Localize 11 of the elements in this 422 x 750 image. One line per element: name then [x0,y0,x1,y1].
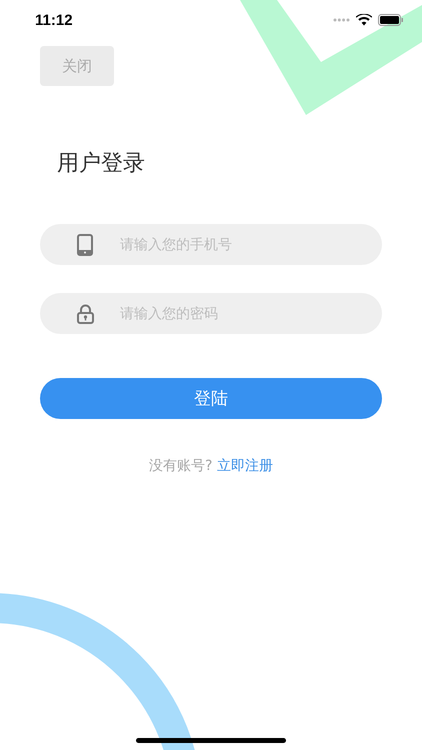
wifi-icon [356,14,372,26]
signal-icon [333,18,350,22]
battery-icon [378,14,404,26]
page-title: 用户登录 [57,150,146,178]
lock-icon [76,304,94,324]
phone-icon [77,234,93,256]
register-link[interactable]: 立即注册 [216,458,273,474]
close-button[interactable]: 关闭 [40,46,114,86]
status-time: 11:12 [35,12,73,28]
login-button[interactable]: 登陆 [40,378,382,419]
register-prompt: 没有账号? [149,458,212,474]
